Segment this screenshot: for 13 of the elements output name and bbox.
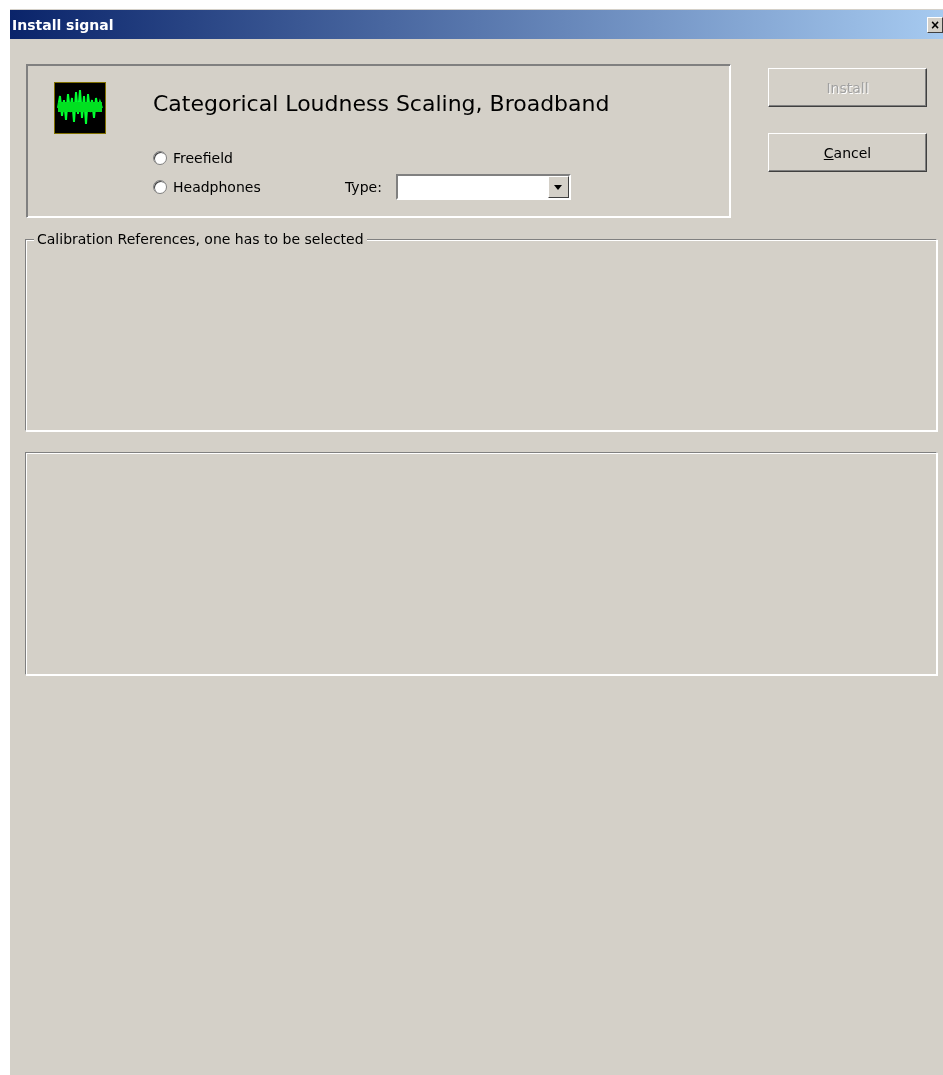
radio-button[interactable]	[153, 150, 167, 165]
radio-label: Freefield	[173, 149, 233, 166]
type-label: Type:	[345, 179, 382, 195]
cancel-button[interactable]: Cancel	[768, 133, 927, 172]
signal-name: Categorical Loudness Scaling, Broadband	[153, 91, 610, 116]
waveform-icon	[54, 82, 106, 134]
radio-label: Headphones	[173, 178, 261, 195]
radio-button[interactable]	[153, 179, 167, 194]
type-dropdown[interactable]	[395, 174, 571, 200]
group-title: Calibration References, one has to be selected	[34, 231, 367, 247]
dropdown-arrow-icon	[554, 184, 563, 190]
window-title: Install signal	[12, 16, 114, 33]
close-button[interactable]: ×	[927, 16, 943, 33]
